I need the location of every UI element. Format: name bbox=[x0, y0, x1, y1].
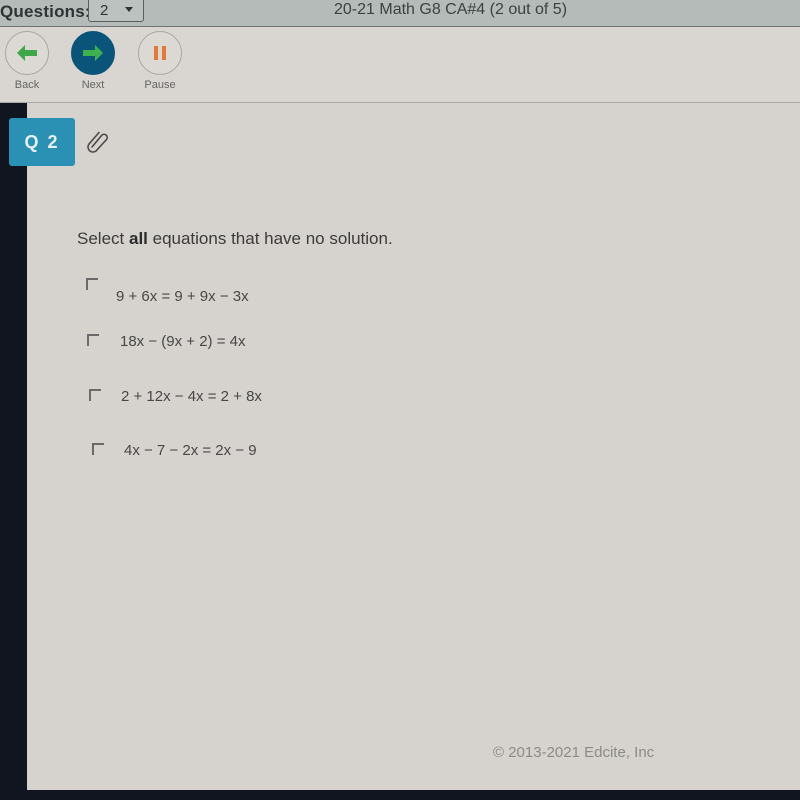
answer-option-4[interactable]: 4x − 7 − 2x = 2x − 9 bbox=[92, 442, 257, 459]
answer-option-1[interactable]: 9 + 6x = 9 + 9x − 3x bbox=[86, 278, 249, 305]
paperclip-icon-svg bbox=[87, 131, 108, 153]
option-1-text: 9 + 6x = 9 + 9x − 3x bbox=[116, 288, 249, 305]
option-2-checkbox[interactable] bbox=[87, 334, 99, 346]
pause-button[interactable]: Pause bbox=[135, 31, 185, 91]
answer-option-2[interactable]: 18x − (9x + 2) = 4x bbox=[87, 333, 246, 350]
answer-option-3[interactable]: 2 + 12x − 4x = 2 + 8x bbox=[89, 388, 262, 405]
question-prompt: Select all equations that have no soluti… bbox=[77, 229, 393, 249]
arrow-left-icon bbox=[17, 45, 37, 61]
option-4-text: 4x − 7 − 2x = 2x − 9 bbox=[124, 442, 257, 459]
top-bar: Questions: 2 20-21 Math G8 CA#4 (2 out o… bbox=[0, 0, 800, 27]
arrow-right-icon bbox=[83, 45, 103, 61]
screen: Questions: 2 20-21 Math G8 CA#4 (2 out o… bbox=[0, 0, 800, 790]
option-3-checkbox[interactable] bbox=[89, 389, 101, 401]
next-button-circle[interactable] bbox=[71, 31, 115, 75]
option-3-text: 2 + 12x − 4x = 2 + 8x bbox=[121, 388, 262, 405]
navigation-toolbar: Back Next Pause bbox=[0, 27, 800, 103]
pause-label: Pause bbox=[144, 79, 176, 91]
question-number-badge: Q 2 bbox=[9, 118, 75, 166]
option-4-checkbox[interactable] bbox=[92, 443, 104, 455]
option-2-text: 18x − (9x + 2) = 4x bbox=[120, 333, 246, 350]
prompt-text-end: equations that have no solution. bbox=[147, 229, 393, 248]
question-select[interactable]: 2 bbox=[88, 0, 144, 22]
option-1-checkbox[interactable] bbox=[86, 278, 98, 290]
questions-label: Questions: bbox=[0, 2, 91, 21]
next-label: Next bbox=[81, 79, 105, 91]
back-button-circle[interactable] bbox=[5, 31, 49, 75]
question-select-value: 2 bbox=[100, 2, 109, 19]
test-title: 20-21 Math G8 CA#4 (2 out of 5) bbox=[334, 1, 568, 18]
prompt-text-start: Select bbox=[77, 229, 129, 248]
back-label: Back bbox=[14, 79, 40, 91]
back-button[interactable]: Back bbox=[2, 31, 52, 91]
copyright-footer: © 2013-2021 Edcite, Inc bbox=[493, 744, 655, 761]
next-button[interactable]: Next bbox=[68, 31, 118, 91]
pause-icon bbox=[154, 46, 166, 60]
prompt-bold-all: all bbox=[128, 229, 148, 248]
paperclip-icon[interactable] bbox=[85, 128, 111, 159]
pause-button-circle[interactable] bbox=[138, 31, 182, 75]
chevron-down-icon bbox=[125, 7, 133, 12]
